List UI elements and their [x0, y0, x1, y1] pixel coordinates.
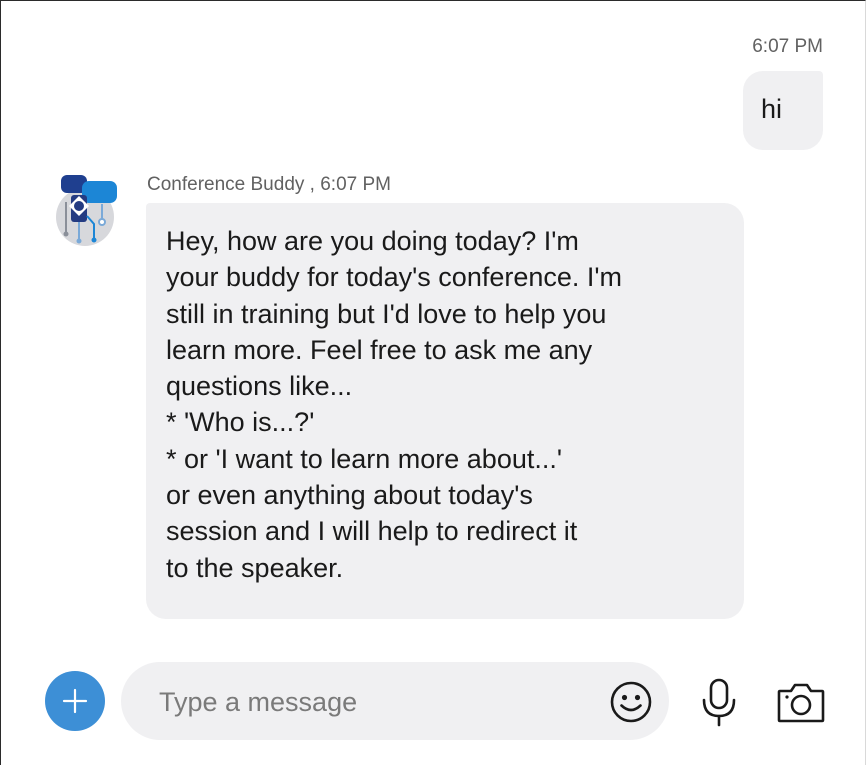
outgoing-message-text: hi [761, 94, 783, 124]
bot-message-text: Hey, how are you doing today? I'm your b… [166, 226, 623, 583]
microphone-icon [702, 678, 736, 727]
conference-buddy-avatar-icon [54, 174, 118, 246]
outgoing-message-bubble: hi [743, 71, 823, 150]
plus-icon [62, 688, 88, 714]
add-attachment-button[interactable] [45, 671, 105, 731]
voice-message-button[interactable] [699, 678, 739, 728]
chat-window: 6:07 PM hi Conference Buddy , 6:07 PM He… [0, 0, 866, 765]
camera-button[interactable] [776, 682, 826, 724]
outgoing-timestamp: 6:07 PM [752, 36, 823, 57]
message-input-container [121, 662, 669, 740]
message-input[interactable] [157, 680, 581, 724]
bot-message-bubble: Hey, how are you doing today? I'm your b… [146, 203, 744, 619]
emoji-button[interactable] [609, 680, 653, 724]
smiley-icon [610, 681, 652, 723]
camera-icon [777, 683, 825, 723]
bot-sender-timestamp: Conference Buddy , 6:07 PM [147, 174, 391, 195]
